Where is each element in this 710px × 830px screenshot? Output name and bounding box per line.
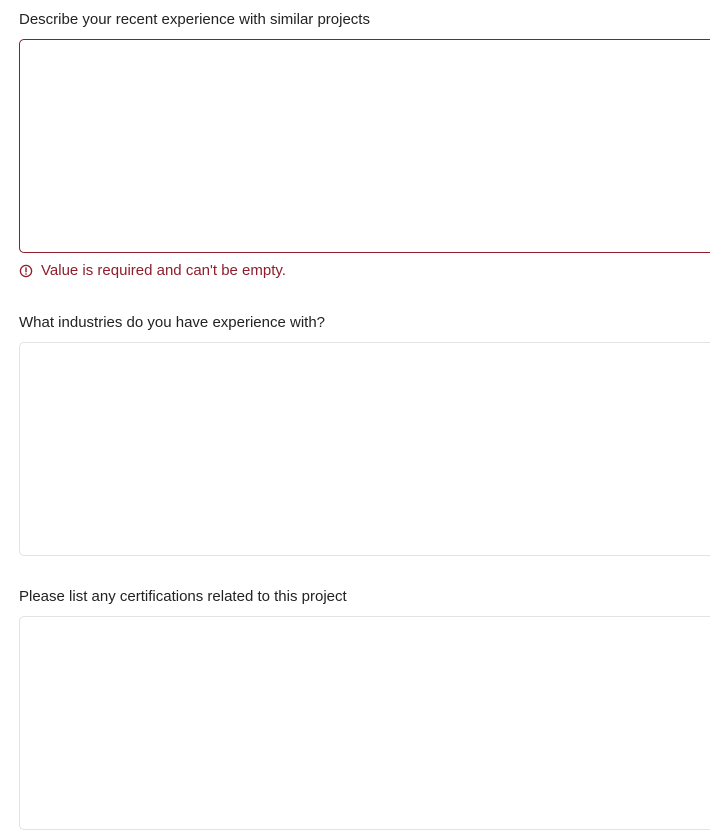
field-label-certifications: Please list any certifications related t…	[19, 588, 347, 605]
experience-textarea[interactable]	[19, 39, 710, 253]
alert-circle-icon	[19, 264, 33, 278]
certifications-textarea[interactable]	[19, 616, 710, 830]
industries-textarea[interactable]	[19, 342, 710, 556]
validation-error: Value is required and can't be empty.	[19, 262, 286, 280]
field-label-industries: What industries do you have experience w…	[19, 314, 326, 331]
error-message: Value is required and can't be empty.	[41, 262, 286, 279]
field-label-experience: Describe your recent experience with sim…	[19, 11, 370, 28]
